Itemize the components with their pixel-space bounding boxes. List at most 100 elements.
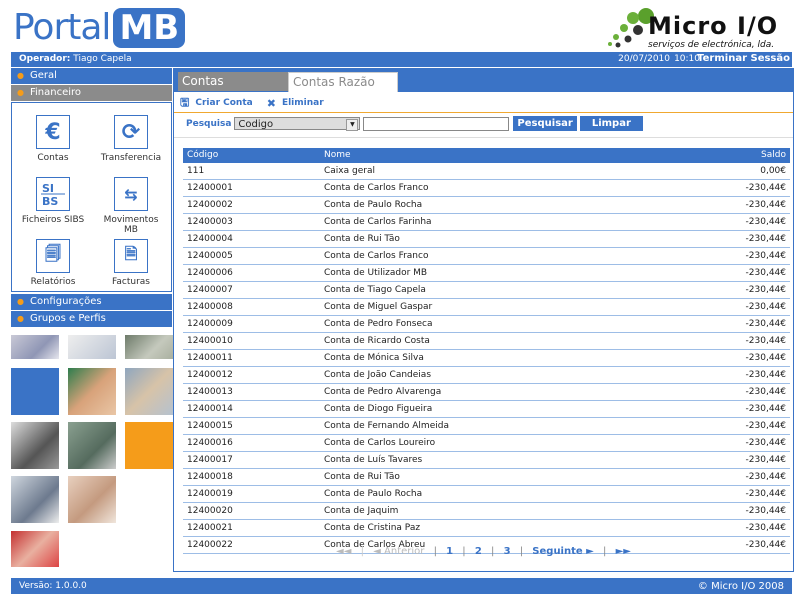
header-saldo[interactable]: Saldo: [761, 150, 786, 160]
cell-saldo: -230,44€: [745, 200, 786, 210]
table-row[interactable]: 12400017 Conta de Luís Tavares -230,44€: [183, 452, 790, 469]
create-account-button[interactable]: 🖫 Criar Conta: [180, 94, 253, 113]
table-row[interactable]: 12400008 Conta de Miguel Gaspar -230,44€: [183, 299, 790, 316]
table-row[interactable]: 12400009 Conta de Pedro Fonseca -230,44€: [183, 316, 790, 333]
table-row[interactable]: 12400010 Conta de Ricardo Costa -230,44€: [183, 333, 790, 350]
logout-link[interactable]: Terminar Sessão: [697, 53, 790, 64]
page-3-link[interactable]: 3: [504, 546, 511, 557]
sidebar-item-financeiro[interactable]: ● Financeiro: [11, 85, 172, 101]
cell-nome: Conta de Tiago Capela: [324, 285, 426, 295]
cell-nome: Conta de Jaquim: [324, 506, 399, 516]
cell-saldo: -230,44€: [745, 523, 786, 533]
table-row[interactable]: 12400006 Conta de Utilizador MB -230,44€: [183, 265, 790, 282]
table-row[interactable]: 12400012 Conta de João Candeias -230,44€: [183, 367, 790, 384]
search-button[interactable]: Pesquisar: [513, 116, 577, 131]
refresh-icon: ⟳: [114, 115, 148, 149]
contas-shortcut[interactable]: € Contas: [18, 115, 88, 163]
brand-subtitle: serviços de electrónica, lda.: [648, 40, 775, 50]
header-nome[interactable]: Nome: [324, 150, 351, 160]
table-row[interactable]: 12400020 Conta de Jaquim -230,44€: [183, 503, 790, 520]
transferencia-shortcut[interactable]: ⟳ Transferencia: [96, 115, 166, 163]
table-row[interactable]: 12400002 Conta de Paulo Rocha -230,44€: [183, 197, 790, 214]
table-row[interactable]: 12400013 Conta de Pedro Alvarenga -230,44€: [183, 384, 790, 401]
sidebar-item-label: Geral: [29, 70, 57, 81]
pager-separator: |: [603, 546, 607, 557]
save-icon: 🖫: [180, 95, 190, 109]
footer: Versão: 1.0.0.0 © Micro I/O 2008: [11, 578, 792, 594]
ficheiros-sibs-shortcut[interactable]: SI BS Ficheiros SIBS: [18, 177, 88, 225]
table-row[interactable]: 12400019 Conta de Paulo Rocha -230,44€: [183, 486, 790, 503]
financeiro-panel: € Contas ⟳ Transferencia SI BS Ficheiros …: [11, 102, 172, 292]
cell-nome: Conta de Carlos Franco: [324, 183, 429, 193]
table-row[interactable]: 12400021 Conta de Cristina Paz -230,44€: [183, 520, 790, 537]
logo-mb-text: MB: [113, 8, 186, 48]
cell-codigo: 12400020: [187, 506, 233, 516]
cell-nome: Conta de Paulo Rocha: [324, 489, 423, 499]
current-date: 20/07/2010: [618, 54, 670, 64]
facturas-shortcut[interactable]: 🗎 Facturas: [96, 239, 166, 287]
cell-nome: Conta de Rui Tão: [324, 472, 400, 482]
last-page-button[interactable]: ►►: [616, 546, 631, 557]
search-input[interactable]: [363, 116, 510, 131]
table-row[interactable]: 12400003 Conta de Carlos Farinha -230,44€: [183, 214, 790, 231]
cell-nome: Conta de Miguel Gaspar: [324, 302, 433, 312]
search-field-select[interactable]: Codigo ▼: [234, 117, 361, 131]
page-2-link[interactable]: 2: [475, 546, 482, 557]
table-row[interactable]: 12400016 Conta de Carlos Loureiro -230,44€: [183, 435, 790, 452]
clear-button[interactable]: Limpar: [579, 116, 643, 131]
cell-nome: Conta de Carlos Franco: [324, 251, 429, 261]
movimentos-mb-shortcut[interactable]: ⇆ Movimentos MB: [96, 177, 166, 235]
cell-saldo: -230,44€: [745, 455, 786, 465]
table-row[interactable]: 12400005 Conta de Carlos Franco -230,44€: [183, 248, 790, 265]
page-1-link[interactable]: 1: [446, 546, 453, 557]
sidebar-item-label: Financeiro: [29, 87, 82, 98]
chevron-down-icon: ▼: [346, 119, 359, 131]
tab-contas[interactable]: Contas: [178, 72, 288, 91]
sidebar-item-configuracoes[interactable]: ● Configurações: [11, 294, 172, 310]
relatorios-shortcut[interactable]: 🗐 Relatórios: [18, 239, 88, 287]
invoice-icon: 🗎: [114, 239, 148, 273]
table-row[interactable]: 111 Caixa geral 0,00€: [183, 163, 790, 180]
previous-page-button[interactable]: ◄ Anterior: [373, 546, 424, 557]
cell-codigo: 12400013: [187, 387, 233, 397]
cell-saldo: -230,44€: [745, 438, 786, 448]
cell-codigo: 12400019: [187, 489, 233, 499]
brand-name: Micro I/O: [648, 12, 779, 40]
table-row[interactable]: 12400004 Conta de Rui Tão -230,44€: [183, 231, 790, 248]
top-bar: Operador: Tiago Capela 20/07/2010 10:10 …: [11, 52, 792, 67]
cell-codigo: 12400021: [187, 523, 233, 533]
table-row[interactable]: 12400015 Conta de Fernando Almeida -230,44…: [183, 418, 790, 435]
mosaic-blue-tile: [11, 368, 59, 415]
cell-nome: Conta de Ricardo Costa: [324, 336, 430, 346]
cell-nome: Conta de Pedro Fonseca: [324, 319, 433, 329]
header-codigo[interactable]: Código: [187, 150, 218, 160]
table-row[interactable]: 12400011 Conta de Mónica Silva -230,44€: [183, 350, 790, 367]
delete-button[interactable]: ✖ Eliminar: [267, 97, 324, 110]
sidebar-item-label: Configurações: [29, 296, 102, 307]
cell-saldo: -230,44€: [745, 506, 786, 516]
cell-nome: Conta de Utilizador MB: [324, 268, 428, 278]
toolbar-divider: [174, 112, 793, 113]
pager-separator: |: [462, 546, 466, 557]
cell-saldo: -230,44€: [745, 421, 786, 431]
sidebar-item-geral[interactable]: ● Geral: [11, 68, 172, 84]
reports-icon: 🗐: [36, 239, 70, 273]
mosaic-photo: [11, 422, 59, 469]
tab-contas-razao[interactable]: Contas Razão: [288, 72, 398, 92]
first-page-button[interactable]: ◄◄: [336, 546, 351, 557]
mosaic-photo: [68, 422, 116, 469]
cell-saldo: -230,44€: [745, 285, 786, 295]
next-page-button[interactable]: Seguinte ►: [532, 546, 594, 557]
table-row[interactable]: 12400018 Conta de Rui Tão -230,44€: [183, 469, 790, 486]
table-row[interactable]: 12400007 Conta de Tiago Capela -230,44€: [183, 282, 790, 299]
table-row[interactable]: 12400001 Conta de Carlos Franco -230,44€: [183, 180, 790, 197]
table-row[interactable]: 12400014 Conta de Diogo Figueira -230,44€: [183, 401, 790, 418]
cell-saldo: -230,44€: [745, 353, 786, 363]
shortcut-label: Movimentos MB: [103, 215, 159, 235]
cell-codigo: 12400005: [187, 251, 233, 261]
portal-mb-logo: Portal MB: [13, 7, 186, 49]
cell-saldo: -230,44€: [745, 217, 786, 227]
cell-saldo: -230,44€: [745, 387, 786, 397]
sidebar-item-grupos[interactable]: ● Grupos e Perfis: [11, 311, 172, 327]
cell-codigo: 12400002: [187, 200, 233, 210]
